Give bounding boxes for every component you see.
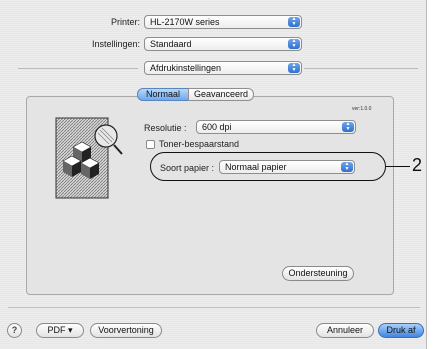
version-label: ver:1.0.0 (352, 106, 372, 112)
callout-line (386, 166, 410, 167)
footer-separator (8, 307, 420, 308)
separator-left (18, 68, 138, 69)
resolution-value: 600 dpi (202, 122, 232, 132)
popup-arrows-icon: ▲ ▼ (288, 63, 300, 73)
callout-number: 2 (412, 155, 423, 175)
panel-selector-value: Afdrukinstellingen (150, 63, 222, 73)
help-button[interactable]: ? (7, 323, 22, 338)
pdf-button[interactable]: PDF ▾ (36, 323, 84, 338)
settings-popup[interactable]: Standaard ▲ ▼ (144, 37, 302, 51)
resolution-popup[interactable]: 600 dpi ▲ ▼ (196, 120, 356, 134)
print-button[interactable]: Druk af (378, 323, 424, 338)
paper-type-highlight (150, 152, 386, 181)
settings-value: Standaard (150, 39, 192, 49)
popup-arrows-icon: ▲ ▼ (342, 122, 354, 132)
popup-arrows-icon: ▲ ▼ (288, 39, 300, 49)
tab-geavanceerd[interactable]: Geavanceerd (188, 88, 254, 101)
toner-save-checkbox[interactable] (146, 140, 155, 149)
support-button[interactable]: Ondersteuning (282, 266, 354, 281)
tab-normaal[interactable]: Normaal (137, 88, 189, 101)
printer-value: HL-2170W series (150, 17, 220, 27)
toner-save-label: Toner-bespaarstand (159, 139, 240, 149)
resolution-label: Resolutie : (144, 123, 187, 133)
settings-label: Instellingen: (91, 39, 140, 49)
printer-label: Printer: (110, 17, 140, 27)
separator-right (304, 68, 418, 69)
panel-selector-popup[interactable]: Afdrukinstellingen ▲ ▼ (144, 61, 302, 75)
print-preview-image (55, 117, 123, 199)
popup-arrows-icon: ▲ ▼ (288, 17, 300, 27)
cancel-button[interactable]: Annuleer (316, 323, 374, 338)
preview-button[interactable]: Voorvertoning (90, 323, 162, 338)
printer-popup[interactable]: HL-2170W series ▲ ▼ (144, 15, 302, 29)
